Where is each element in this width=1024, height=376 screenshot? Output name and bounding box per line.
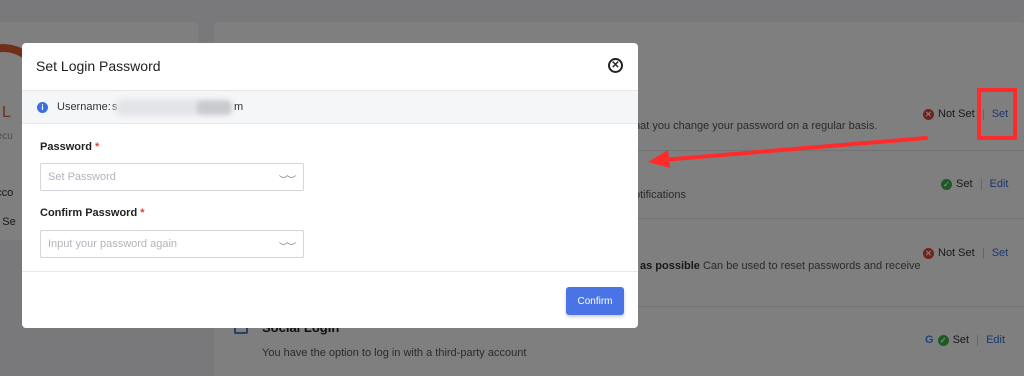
confirm-password-input[interactable] bbox=[41, 231, 277, 257]
username-redaction-dark bbox=[197, 101, 231, 114]
dialog-title: Set Login Password bbox=[36, 58, 161, 74]
confirm-button[interactable]: Confirm bbox=[566, 287, 624, 315]
eye-closed-icon[interactable]: ︶︶ bbox=[279, 240, 296, 253]
confirm-password-label: Confirm Password * bbox=[40, 207, 144, 219]
annotation-highlight-box bbox=[977, 88, 1017, 140]
info-icon: i bbox=[37, 102, 48, 113]
username-end: m bbox=[234, 101, 244, 113]
eye-closed-icon[interactable]: ︶︶ bbox=[279, 173, 296, 186]
username-info-bar: i Username: s m bbox=[22, 90, 638, 124]
username-label: Username: bbox=[57, 101, 111, 113]
password-input[interactable] bbox=[41, 164, 277, 190]
required-mark: * bbox=[140, 207, 145, 219]
confirm-password-field: ︶︶ bbox=[40, 230, 304, 258]
password-field: ︶︶ bbox=[40, 163, 304, 191]
password-label: Password * bbox=[40, 141, 99, 153]
set-login-password-dialog: Set Login Password ✕ i Username: s m Pas… bbox=[22, 43, 638, 328]
close-icon[interactable]: ✕ bbox=[608, 58, 623, 73]
confirm-password-label-text: Confirm Password bbox=[40, 207, 138, 219]
dialog-header: Set Login Password ✕ bbox=[22, 43, 638, 90]
required-mark: * bbox=[94, 141, 100, 153]
password-label-text: Password bbox=[40, 141, 92, 153]
annotation-arrow-icon bbox=[648, 136, 928, 168]
footer-divider bbox=[22, 271, 638, 272]
